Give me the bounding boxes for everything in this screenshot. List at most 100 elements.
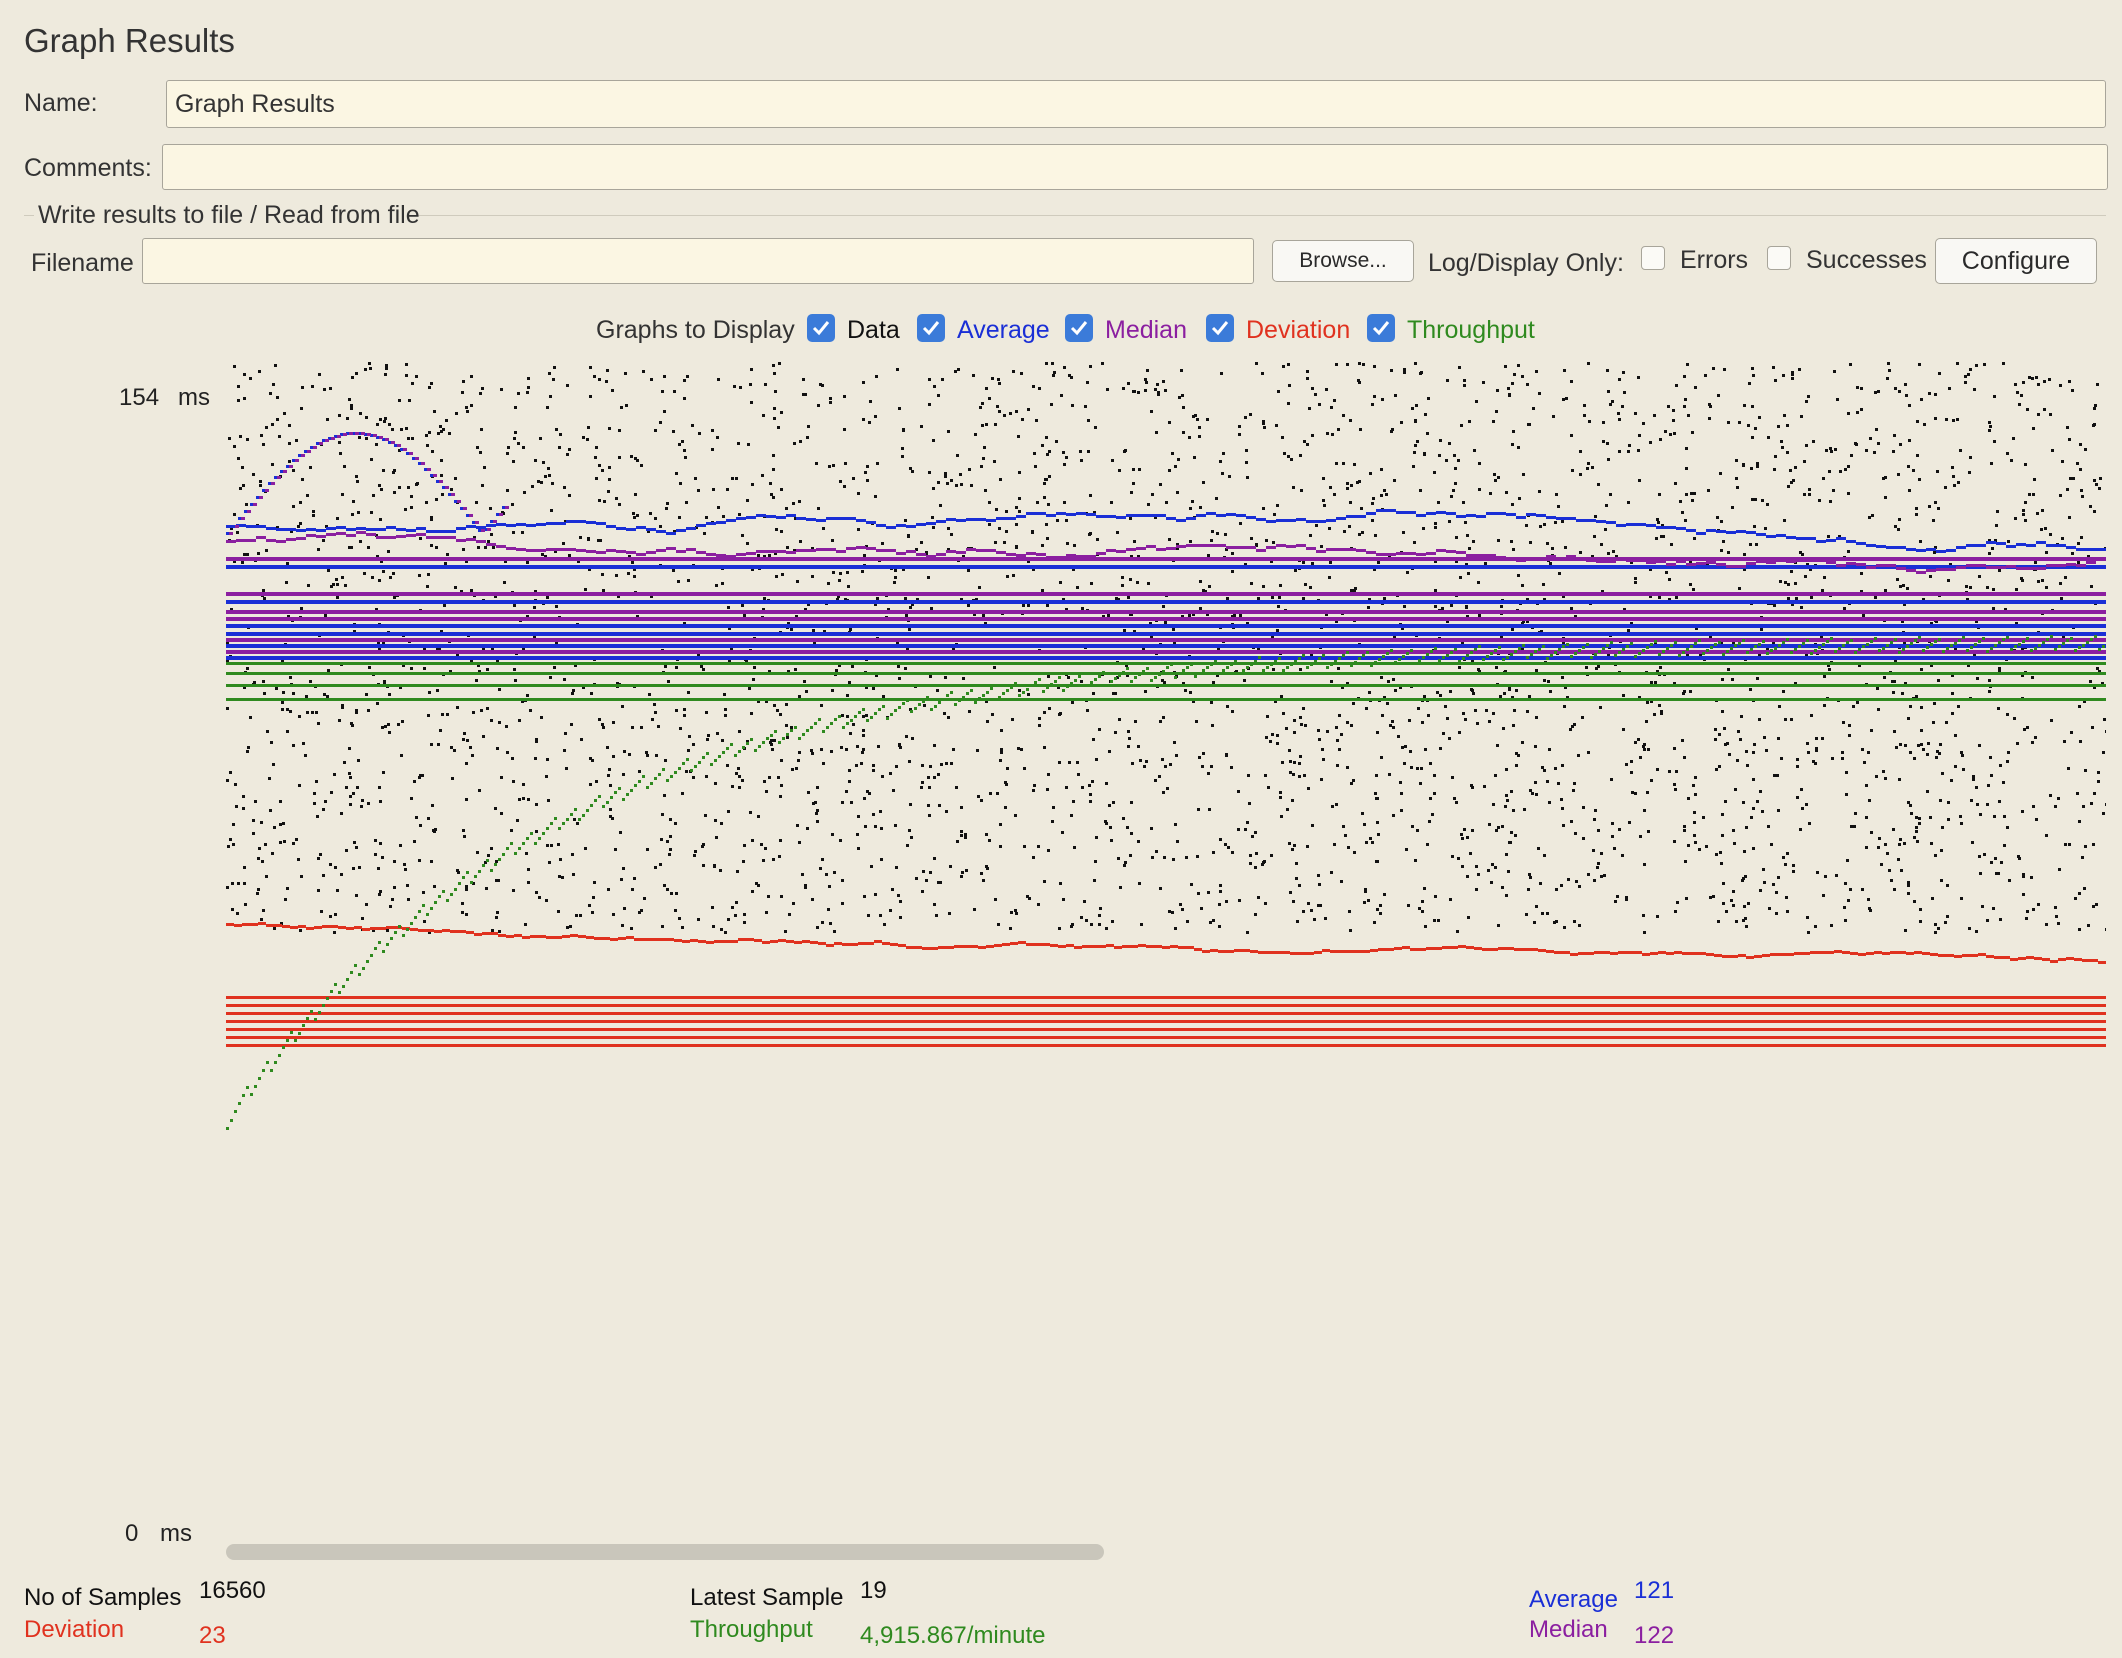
median-point: [976, 549, 986, 552]
average-point: [1136, 514, 1146, 517]
data-point: [518, 719, 521, 722]
data-point: [724, 708, 727, 711]
configure-button[interactable]: Configure: [1935, 238, 2097, 284]
data-point: [437, 432, 440, 435]
data-point: [1969, 456, 1972, 459]
median-point: [1586, 559, 1596, 562]
data-point: [698, 432, 701, 435]
data-point: [1532, 407, 1535, 410]
data-point: [1920, 743, 1923, 746]
data-point: [1310, 909, 1313, 912]
browse-button[interactable]: Browse...: [1272, 240, 1414, 282]
data-point: [683, 449, 686, 452]
data-point: [1434, 895, 1437, 898]
data-point: [1130, 832, 1133, 835]
data-point: [928, 786, 931, 789]
data-point: [246, 438, 249, 441]
data-point: [1658, 493, 1661, 496]
data-point: [341, 493, 344, 496]
data-point: [1090, 582, 1093, 585]
data-point: [259, 484, 262, 487]
horizontal-scrollbar[interactable]: [226, 1544, 1104, 1560]
data-point: [1400, 792, 1403, 795]
comments-input[interactable]: [162, 144, 2108, 190]
data-point: [792, 502, 795, 505]
data-point: [1053, 371, 1056, 374]
data-point: [355, 372, 358, 375]
data-point: [1906, 587, 1909, 590]
data-point: [1000, 748, 1003, 751]
deviation-point: [386, 926, 394, 929]
deviation-point: [1994, 956, 2002, 959]
data-point: [870, 865, 873, 868]
data-point: [1415, 404, 1418, 407]
data-point: [1537, 847, 1540, 850]
throughput-point: [466, 871, 469, 874]
data-point: [1587, 462, 1590, 465]
data-point: [1388, 773, 1391, 776]
data-checkbox[interactable]: [807, 314, 835, 342]
throughput-point: [1002, 692, 1005, 695]
data-point: [461, 902, 464, 905]
data-point: [1796, 765, 1799, 768]
data-point: [462, 738, 465, 741]
data-point: [292, 692, 295, 695]
deviation-point: [242, 923, 250, 926]
data-point: [1032, 856, 1035, 859]
data-point: [908, 760, 911, 763]
data-point: [568, 448, 571, 451]
data-point: [338, 414, 341, 417]
data-point: [944, 475, 947, 478]
throughput-point: [2054, 648, 2057, 651]
check-icon: [922, 321, 940, 336]
data-point: [284, 898, 287, 901]
throughput-point: [1686, 648, 1689, 651]
median-point: [487, 528, 491, 531]
data-point: [1743, 905, 1746, 908]
errors-checkbox[interactable]: [1641, 246, 1665, 270]
successes-checkbox[interactable]: [1767, 246, 1791, 270]
data-point: [861, 751, 864, 754]
data-point: [1255, 543, 1258, 546]
data-point: [999, 823, 1002, 826]
data-point: [620, 878, 623, 881]
data-point: [1181, 394, 1184, 397]
average-checkbox[interactable]: [917, 314, 945, 342]
data-point: [1570, 434, 1573, 437]
data-point: [1505, 853, 1508, 856]
data-point: [1329, 486, 1332, 489]
throughput-point: [470, 881, 473, 884]
data-point: [1346, 482, 1349, 485]
name-input[interactable]: [166, 80, 2106, 128]
deviation-checkbox[interactable]: [1206, 314, 1234, 342]
data-point: [982, 879, 985, 882]
throughput-checkbox[interactable]: [1367, 314, 1395, 342]
throughput-point: [1410, 649, 1413, 652]
throughput-point: [1178, 672, 1181, 675]
data-point: [242, 807, 245, 810]
average-point: [1806, 537, 1816, 540]
median-label: Median: [1105, 316, 1187, 344]
median-checkbox[interactable]: [1065, 314, 1093, 342]
filename-input[interactable]: [142, 238, 1254, 284]
data-point: [1538, 392, 1541, 395]
data-point: [1517, 574, 1520, 577]
data-point: [1068, 761, 1071, 764]
average-point: [1286, 519, 1296, 522]
data-point: [1338, 714, 1341, 717]
median-point: [283, 470, 287, 473]
deviation-point: [1186, 946, 1194, 949]
deviation-series: [226, 922, 2106, 1047]
data-point: [1426, 843, 1429, 846]
data-point: [1861, 888, 1864, 891]
deviation-point: [1266, 951, 1274, 954]
throughput-point: [350, 971, 353, 974]
data-point: [1607, 458, 1610, 461]
average-point: [246, 525, 256, 528]
data-point: [1685, 467, 1688, 470]
deviation-point: [618, 937, 626, 940]
median-point: [1016, 554, 1026, 557]
data-point: [237, 882, 240, 885]
throughput-point: [1234, 660, 1237, 663]
data-point: [228, 437, 231, 440]
